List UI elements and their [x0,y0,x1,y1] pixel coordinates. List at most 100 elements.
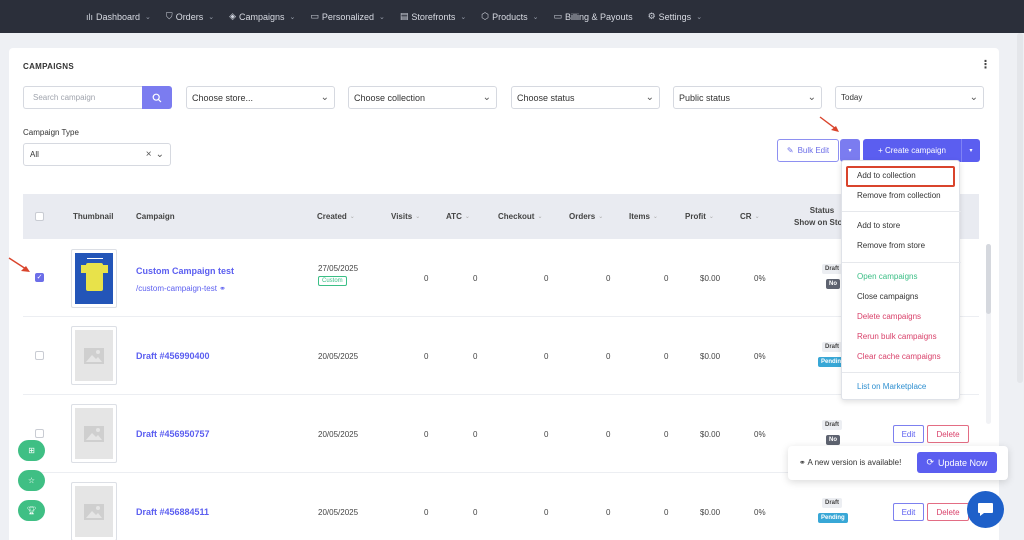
menu-item-rerun-bulk-campaigns[interactable]: Rerun bulk campaigns [842,332,961,341]
status-badge: Draft [822,420,843,430]
delete-button[interactable]: Delete [927,503,969,521]
campaign-thumbnail[interactable] [71,482,117,540]
menu-item-delete-campaigns[interactable]: Delete campaigns [842,312,961,321]
storefront-icon: ▤ [399,11,409,21]
campaign-thumbnail[interactable] [71,326,117,385]
campaign-name-link[interactable]: Draft #456990400 [136,351,210,361]
header-orders[interactable]: Orders ⌄ [569,194,603,239]
top-navigation: ılı Dashboard ⌄ ⛉ Orders ⌄ ◈ Campaigns ⌄ ▭ Persona… [0,0,1024,33]
cell-atc: 0 [473,274,478,283]
created-date: 27/05/2025 [318,264,359,273]
status-select[interactable]: Choose status ⌄ [511,86,660,109]
menu-item-open-campaigns[interactable]: Open campaigns [842,272,961,281]
table-header: Thumbnail Campaign Created ⌄ Visits ⌄ ATC ⌄… [23,194,979,239]
nav-item-products[interactable]: ⬡ Products ⌄ [481,11,538,22]
cell-profit: $0.00 [700,430,721,439]
row-checkbox[interactable]: ✓ [35,273,44,282]
annotation-arrow-icon [819,116,839,132]
edit-button[interactable]: Edit [893,425,924,443]
trophy-icon: 🏆︎ [26,506,37,515]
status-select-value: Choose status [517,92,575,103]
status-badge: Draft [822,342,843,352]
cart-icon: ⛉ [165,11,173,21]
menu-item-remove-from-store[interactable]: Remove from store [842,241,961,250]
header-visits[interactable]: Visits ⌄ [391,194,420,239]
bulk-actions-menu: Add to collection Remove from collection A… [841,160,961,400]
menu-item-remove-from-collection[interactable]: Remove from collection [842,191,961,200]
page-scrollbar[interactable] [1017,33,1023,383]
grid-icon: ⊞ [28,446,35,455]
row-checkbox[interactable] [35,351,44,360]
header-checkout[interactable]: Checkout ⌄ [498,194,542,239]
header-cr[interactable]: CR ⌄ [740,194,760,239]
campaign-name-link[interactable]: Draft #456884511 [136,507,209,517]
menu-item-clear-cache-campaigns[interactable]: Clear cache campaigns [842,352,961,361]
nav-item-settings[interactable]: ⚙ Settings ⌄ [648,11,702,22]
chart-icon: ılı [86,11,94,22]
bulk-actions-toggle[interactable]: ▾ [840,139,860,162]
image-placeholder-icon [75,330,113,381]
header-atc[interactable]: ATC ⌄ [446,194,470,239]
select-all-checkbox[interactable] [35,212,44,221]
custom-badge: Custom [318,276,347,286]
row-checkbox[interactable] [35,429,44,438]
more-options-icon[interactable]: ⋮ [980,58,991,71]
date-select[interactable]: Today ⌄ [835,86,984,109]
chevron-down-icon: ⌄ [645,92,654,103]
header-items[interactable]: Items ⌄ [629,194,658,239]
annotation-highlight-box [846,166,955,187]
create-campaign-button[interactable]: + Create campaign [863,139,961,162]
campaign-name-link[interactable]: Custom Campaign test [136,266,234,276]
nav-item-personalized[interactable]: ▭ Personalized ⌄ [310,11,384,22]
edit-icon: ✎ [786,146,794,155]
edit-button[interactable]: Edit [893,503,924,521]
products-icon: ⬡ [481,11,490,21]
campaign-type-select[interactable]: All × ⌄ [23,143,171,166]
menu-item-close-campaigns[interactable]: Close campaigns [842,292,961,301]
campaign-thumbnail[interactable] [71,249,117,308]
public-status-select[interactable]: Public status ⌄ [673,86,822,109]
search-button[interactable] [142,86,172,109]
delete-button[interactable]: Delete [927,425,969,443]
campaign-thumbnail[interactable] [71,404,117,463]
cell-atc: 0 [473,352,478,361]
trophy-fab-button[interactable]: 🏆︎ [18,500,45,521]
update-now-button[interactable]: ⟳ Update Now [917,452,997,473]
campaign-name-link[interactable]: Draft #456950757 [136,429,210,439]
menu-item-add-to-store[interactable]: Add to store [842,221,961,230]
refresh-icon: ⟳ [926,457,934,467]
star-fab-button[interactable]: ☆ [18,470,45,491]
cell-atc: 0 [473,430,478,439]
personalized-icon: ▭ [310,11,319,21]
campaign-type-label: Campaign Type [23,128,79,137]
search-input[interactable] [23,86,142,109]
store-select[interactable]: Choose store... ⌄ [186,86,335,109]
update-notification: ⚭ A new version is available! ⟳ Update N… [788,446,1008,480]
cell-items: 0 [664,274,669,283]
nav-item-storefronts[interactable]: ▤ Storefronts ⌄ [400,11,466,22]
menu-item-list-on-marketplace[interactable]: List on Marketplace [842,382,961,391]
nav-item-dashboard[interactable]: ılı Dashboard ⌄ [86,12,151,22]
table-scrollbar-thumb[interactable] [986,244,991,314]
nav-item-orders[interactable]: ⛉ Orders ⌄ [166,11,214,22]
status-badge: Draft [822,264,843,274]
chevron-down-icon: ⌄ [532,13,539,21]
header-profit[interactable]: Profit ⌄ [685,194,714,239]
collection-select[interactable]: Choose collection ⌄ [348,86,497,109]
cell-visits: 0 [424,352,429,361]
image-placeholder-icon [75,408,113,459]
create-campaign-toggle[interactable]: ▾ [961,139,980,162]
nav-item-billing-payouts[interactable]: ▭ Billing & Payouts [554,11,633,22]
chevron-down-icon: ⌄ [320,92,329,103]
chat-icon [978,503,993,516]
bulk-edit-button[interactable]: ✎ Bulk Edit [777,139,839,162]
cell-checkout: 0 [544,352,549,361]
chat-button[interactable] [967,491,1004,528]
header-created[interactable]: Created ⌄ [317,194,355,239]
grid-fab-button[interactable]: ⊞ [18,440,45,461]
clear-icon[interactable]: × [146,149,152,160]
show-on-store-badge: No [826,279,840,289]
campaign-slug-link[interactable]: /custom-campaign-test ⚭ [136,284,226,293]
nav-item-campaigns[interactable]: ◈ Campaigns ⌄ [229,11,295,22]
product-image [75,253,113,304]
